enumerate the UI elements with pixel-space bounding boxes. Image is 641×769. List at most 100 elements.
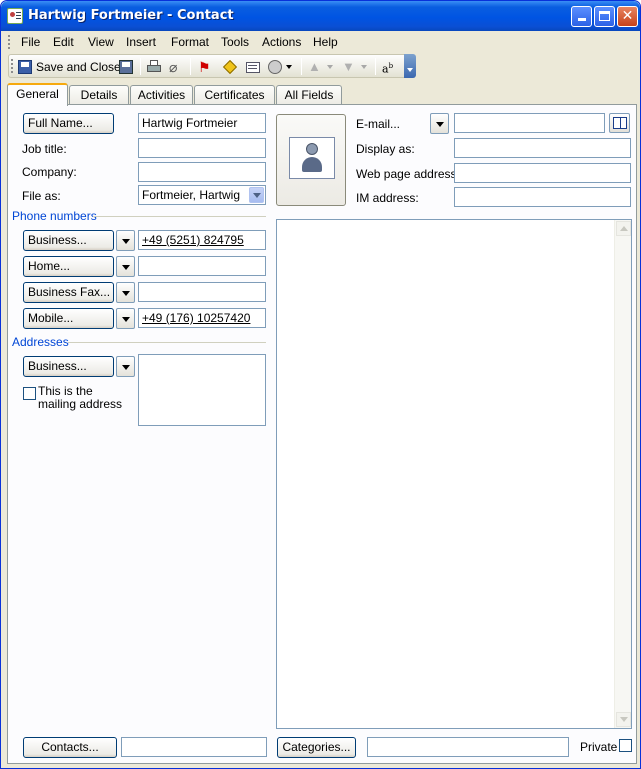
private-checkbox[interactable] [619, 739, 632, 752]
phone-home-field[interactable] [138, 256, 266, 276]
tab-all-fields[interactable]: All Fields [276, 85, 342, 105]
full-name-button[interactable]: Full Name... [23, 113, 114, 134]
tab-certificates[interactable]: Certificates [194, 85, 275, 105]
menu-insert[interactable]: Insert [126, 35, 156, 49]
menu-file[interactable]: File [21, 35, 40, 49]
scroll-down-icon [620, 717, 628, 722]
scroll-up-icon [620, 226, 628, 231]
notes-area[interactable] [276, 219, 632, 729]
standard-toolbar: Save and Close ⌀ ⚑ ▲ ▼ ab [8, 54, 416, 78]
menu-grip-icon [8, 35, 11, 49]
person-icon [302, 143, 322, 175]
phone-business-fax-dropdown[interactable] [116, 282, 135, 303]
full-name-field[interactable]: Hartwig Fortmeier [138, 113, 266, 133]
scroll-up-button[interactable] [616, 221, 631, 236]
menu-edit[interactable]: Edit [53, 35, 74, 49]
phone-mobile-field[interactable]: +49 (176) 10257420 [138, 308, 266, 328]
menu-format[interactable]: Format [171, 35, 209, 49]
phone-mobile-dropdown[interactable] [116, 308, 135, 329]
phone-business-fax-button[interactable]: Business Fax... [23, 282, 114, 303]
im-address-label: IM address: [356, 191, 419, 205]
save-and-close-button[interactable]: Save and Close [18, 58, 121, 76]
menu-actions[interactable]: Actions [262, 35, 301, 49]
title-bar[interactable]: Hartwig Fortmeier - Contact ✕ [1, 1, 640, 31]
contacts-button[interactable]: Contacts... [23, 737, 117, 758]
toolbar-separator [190, 58, 191, 75]
categories-button[interactable]: Categories... [277, 737, 356, 758]
email-field[interactable] [454, 113, 605, 133]
next-item-icon: ▼ [342, 59, 355, 74]
contact-window: Hartwig Fortmeier - Contact ✕ File Edit … [0, 0, 641, 769]
display-map-button[interactable] [245, 58, 261, 76]
job-title-label: Job title: [22, 142, 67, 156]
toolbar-separator [375, 58, 376, 75]
toolbar-options-button[interactable] [404, 54, 416, 78]
address-field[interactable] [138, 354, 266, 426]
card-icon [245, 59, 261, 75]
phone-home-dropdown[interactable] [116, 256, 135, 277]
contact-card-icon [7, 8, 23, 24]
follow-up-flag-button[interactable]: ⚑ [198, 58, 214, 76]
tab-details[interactable]: Details [69, 85, 129, 105]
private-label: Private [580, 740, 618, 754]
next-item-button[interactable]: ▼ [342, 58, 367, 76]
display-as-field[interactable] [454, 138, 631, 158]
address-business-button[interactable]: Business... [23, 356, 114, 377]
globe-icon [267, 59, 283, 75]
print-button[interactable] [146, 58, 162, 76]
mailing-address-checkbox[interactable] [23, 387, 36, 400]
address-type-dropdown[interactable] [116, 356, 135, 377]
im-address-field[interactable] [454, 187, 631, 207]
chevron-down-icon [253, 193, 261, 198]
tab-activities[interactable]: Activities [130, 85, 193, 105]
phone-business-fax-field[interactable] [138, 282, 266, 302]
toolbar-separator [140, 58, 141, 75]
contact-picture-frame [289, 137, 335, 179]
email-type-dropdown[interactable] [430, 113, 449, 134]
notes-scrollbar[interactable] [614, 220, 631, 728]
phone-business-field[interactable]: +49 (5251) 824795 [138, 230, 266, 250]
attach-button[interactable]: ⌀ [169, 58, 185, 76]
globe-dropdown-button[interactable] [267, 58, 292, 76]
print-icon [146, 59, 162, 75]
mailing-address-label: This is the mailing address [38, 384, 123, 411]
group-divider [68, 342, 266, 343]
company-field[interactable] [138, 162, 266, 182]
display-as-label: Display as: [356, 142, 415, 156]
categories-tag-button[interactable] [222, 58, 238, 76]
flag-icon: ⚑ [198, 59, 211, 75]
addresses-group-label: Addresses [12, 335, 69, 349]
phone-business-dropdown[interactable] [116, 230, 135, 251]
menu-help[interactable]: Help [313, 35, 338, 49]
phone-home-button[interactable]: Home... [23, 256, 114, 277]
file-as-combo[interactable]: Fortmeier, Hartwig [138, 185, 266, 205]
group-divider [93, 216, 266, 217]
save-button[interactable] [119, 58, 133, 76]
close-button[interactable]: ✕ [617, 6, 638, 27]
menu-view[interactable]: View [88, 35, 114, 49]
contacts-field[interactable] [121, 737, 267, 757]
web-page-label: Web page address: [356, 167, 460, 181]
toolbar-separator [301, 58, 302, 75]
chevron-down-icon [361, 65, 367, 69]
tab-general[interactable]: General [7, 83, 68, 106]
scroll-down-button[interactable] [616, 712, 631, 727]
previous-item-button[interactable]: ▲ [308, 58, 333, 76]
categories-field[interactable] [367, 737, 569, 757]
maximize-button[interactable] [594, 6, 615, 27]
company-label: Company: [22, 165, 77, 179]
minimize-button[interactable] [571, 6, 592, 27]
spelling-button[interactable]: ab [382, 58, 398, 76]
chevron-down-icon [407, 68, 413, 72]
minimize-icon [577, 18, 586, 21]
file-as-dropdown-button[interactable] [249, 187, 264, 203]
menu-tools[interactable]: Tools [221, 35, 249, 49]
save-icon [18, 60, 32, 74]
job-title-field[interactable] [138, 138, 266, 158]
previous-item-icon: ▲ [308, 59, 321, 74]
phone-mobile-button[interactable]: Mobile... [23, 308, 114, 329]
web-page-field[interactable] [454, 163, 631, 183]
address-book-button[interactable] [609, 113, 630, 133]
phone-business-button[interactable]: Business... [23, 230, 114, 251]
contact-picture-button[interactable] [276, 114, 346, 206]
